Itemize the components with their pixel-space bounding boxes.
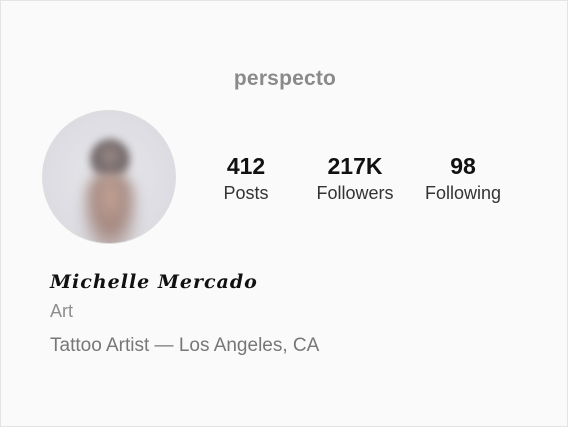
profile-username: perspecto bbox=[233, 67, 337, 90]
avatar-figure-body bbox=[83, 173, 137, 243]
profile-card: perspecto 412 Posts 217K Followers 98 Fo… bbox=[0, 0, 568, 427]
profile-avatar[interactable] bbox=[42, 110, 176, 244]
stat-posts[interactable]: 412 Posts bbox=[206, 151, 286, 204]
following-count: 98 bbox=[450, 153, 476, 179]
stat-following[interactable]: 98 Following bbox=[417, 151, 509, 204]
followers-count: 217K bbox=[327, 153, 383, 179]
stat-followers[interactable]: 217K Followers bbox=[304, 151, 406, 204]
profile-full-name: Michelle Mercado bbox=[50, 271, 258, 293]
followers-label: Followers bbox=[316, 183, 394, 203]
posts-count: 412 bbox=[226, 153, 266, 179]
following-label: Following bbox=[424, 183, 502, 203]
posts-label: Posts bbox=[223, 183, 269, 203]
profile-bio: Tattoo Artist — Los Angeles, CA bbox=[50, 335, 320, 356]
profile-category: Art bbox=[50, 301, 74, 321]
